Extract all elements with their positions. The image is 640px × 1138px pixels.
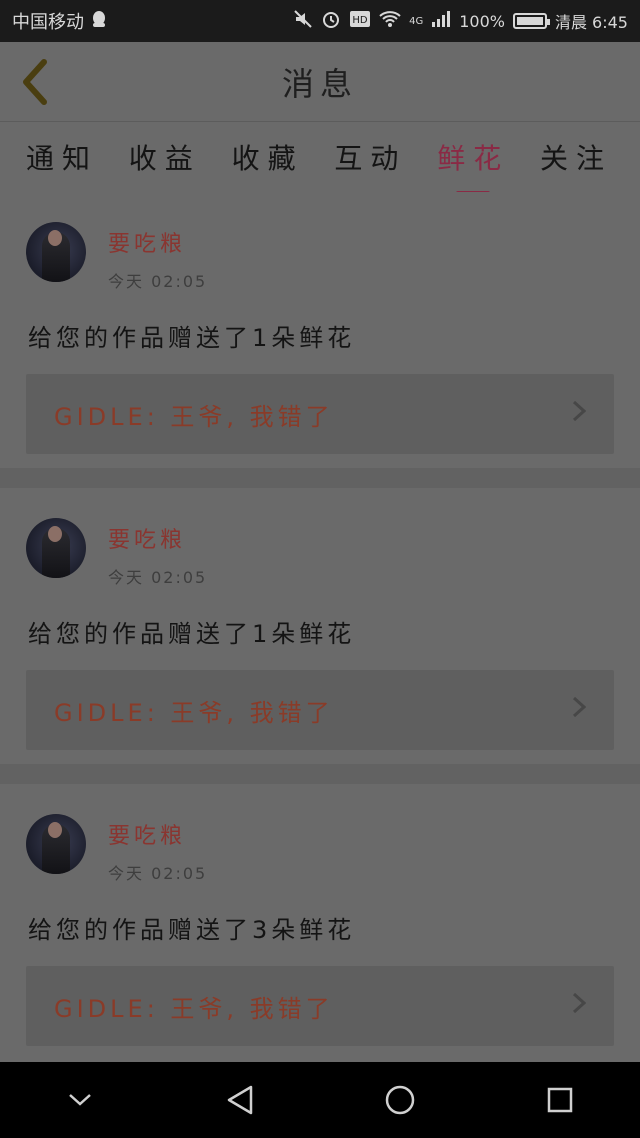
recents-nav-button[interactable]	[530, 1070, 590, 1130]
hide-nav-button[interactable]	[50, 1070, 110, 1130]
message-text: 给您的作品赠送了1朵鲜花	[28, 324, 356, 352]
tab-flowers[interactable]: 鲜花	[437, 137, 509, 195]
divider	[0, 468, 640, 488]
home-nav-button[interactable]	[370, 1070, 430, 1130]
battery-icon	[512, 13, 550, 29]
username[interactable]: 要吃粮	[108, 818, 186, 850]
chevron-left-icon	[23, 59, 47, 105]
hd-icon: HD	[349, 10, 371, 32]
network-label: 4G	[409, 15, 424, 27]
timestamp: 今天 02:05	[108, 568, 208, 587]
tab-bar: 通知 收益 收藏 互动 鲜花 关注	[0, 122, 640, 195]
username[interactable]: 要吃粮	[108, 226, 186, 258]
list-item: 要吃粮 今天 02:05 给您的作品赠送了1朵鲜花 GIDLE: 王爷, 我错了	[0, 192, 640, 468]
chevron-right-icon	[572, 400, 587, 428]
header: 消息	[0, 42, 640, 122]
system-nav-bar	[0, 1062, 640, 1138]
username[interactable]: 要吃粮	[108, 522, 186, 554]
back-nav-button[interactable]	[210, 1070, 270, 1130]
message-text: 给您的作品赠送了1朵鲜花	[28, 620, 356, 648]
square-recents-icon	[547, 1087, 573, 1113]
battery-percent: 100%	[459, 11, 505, 31]
page-title: 消息	[281, 64, 358, 103]
quoted-work[interactable]: GIDLE: 王爷, 我错了	[26, 670, 614, 750]
list-item: 要吃粮 今天 02:05 给您的作品赠送了3朵鲜花 GIDLE: 王爷, 我错了	[0, 784, 640, 1060]
list-item: 要吃粮 今天 02:05 给您的作品赠送了1朵鲜花 GIDLE: 王爷, 我错了	[0, 488, 640, 764]
quoted-work-title: GIDLE: 王爷, 我错了	[54, 698, 334, 727]
triangle-back-icon	[227, 1085, 253, 1115]
quoted-work-title: GIDLE: 王爷, 我错了	[54, 402, 334, 431]
avatar[interactable]	[26, 222, 86, 282]
quoted-work[interactable]: GIDLE: 王爷, 我错了	[26, 374, 614, 454]
avatar[interactable]	[26, 518, 86, 578]
alarm-icon	[321, 9, 341, 33]
quoted-work[interactable]: GIDLE: 王爷, 我错了	[26, 966, 614, 1046]
quoted-work-title: GIDLE: 王爷, 我错了	[54, 994, 334, 1023]
chevron-right-icon	[572, 992, 587, 1020]
mute-icon	[293, 9, 313, 33]
chevron-down-icon	[69, 1094, 91, 1106]
tab-notifications[interactable]: 通知	[26, 137, 98, 177]
divider	[0, 764, 640, 784]
qq-icon	[90, 9, 108, 34]
clock: 清晨 6:45	[554, 13, 628, 32]
circle-home-icon	[385, 1085, 415, 1115]
message-text: 给您的作品赠送了3朵鲜花	[28, 916, 356, 944]
timestamp: 今天 02:05	[108, 864, 208, 883]
tab-earnings[interactable]: 收益	[129, 137, 201, 177]
status-bar: 中国移动 HD 4G 100% 清晨 6:45	[0, 0, 640, 42]
back-button[interactable]	[16, 58, 56, 106]
tab-favorites[interactable]: 收藏	[232, 137, 304, 177]
svg-text:HD: HD	[352, 15, 368, 26]
timestamp: 今天 02:05	[108, 272, 208, 291]
message-list[interactable]: 要吃粮 今天 02:05 给您的作品赠送了1朵鲜花 GIDLE: 王爷, 我错了…	[0, 192, 640, 1062]
tab-interactions[interactable]: 互动	[334, 137, 406, 177]
wifi-icon	[379, 10, 401, 32]
chevron-right-icon	[572, 696, 587, 724]
tab-following[interactable]: 关注	[540, 137, 612, 177]
avatar[interactable]	[26, 814, 86, 874]
signal-icon	[431, 10, 451, 32]
carrier-label: 中国移动	[12, 12, 84, 33]
